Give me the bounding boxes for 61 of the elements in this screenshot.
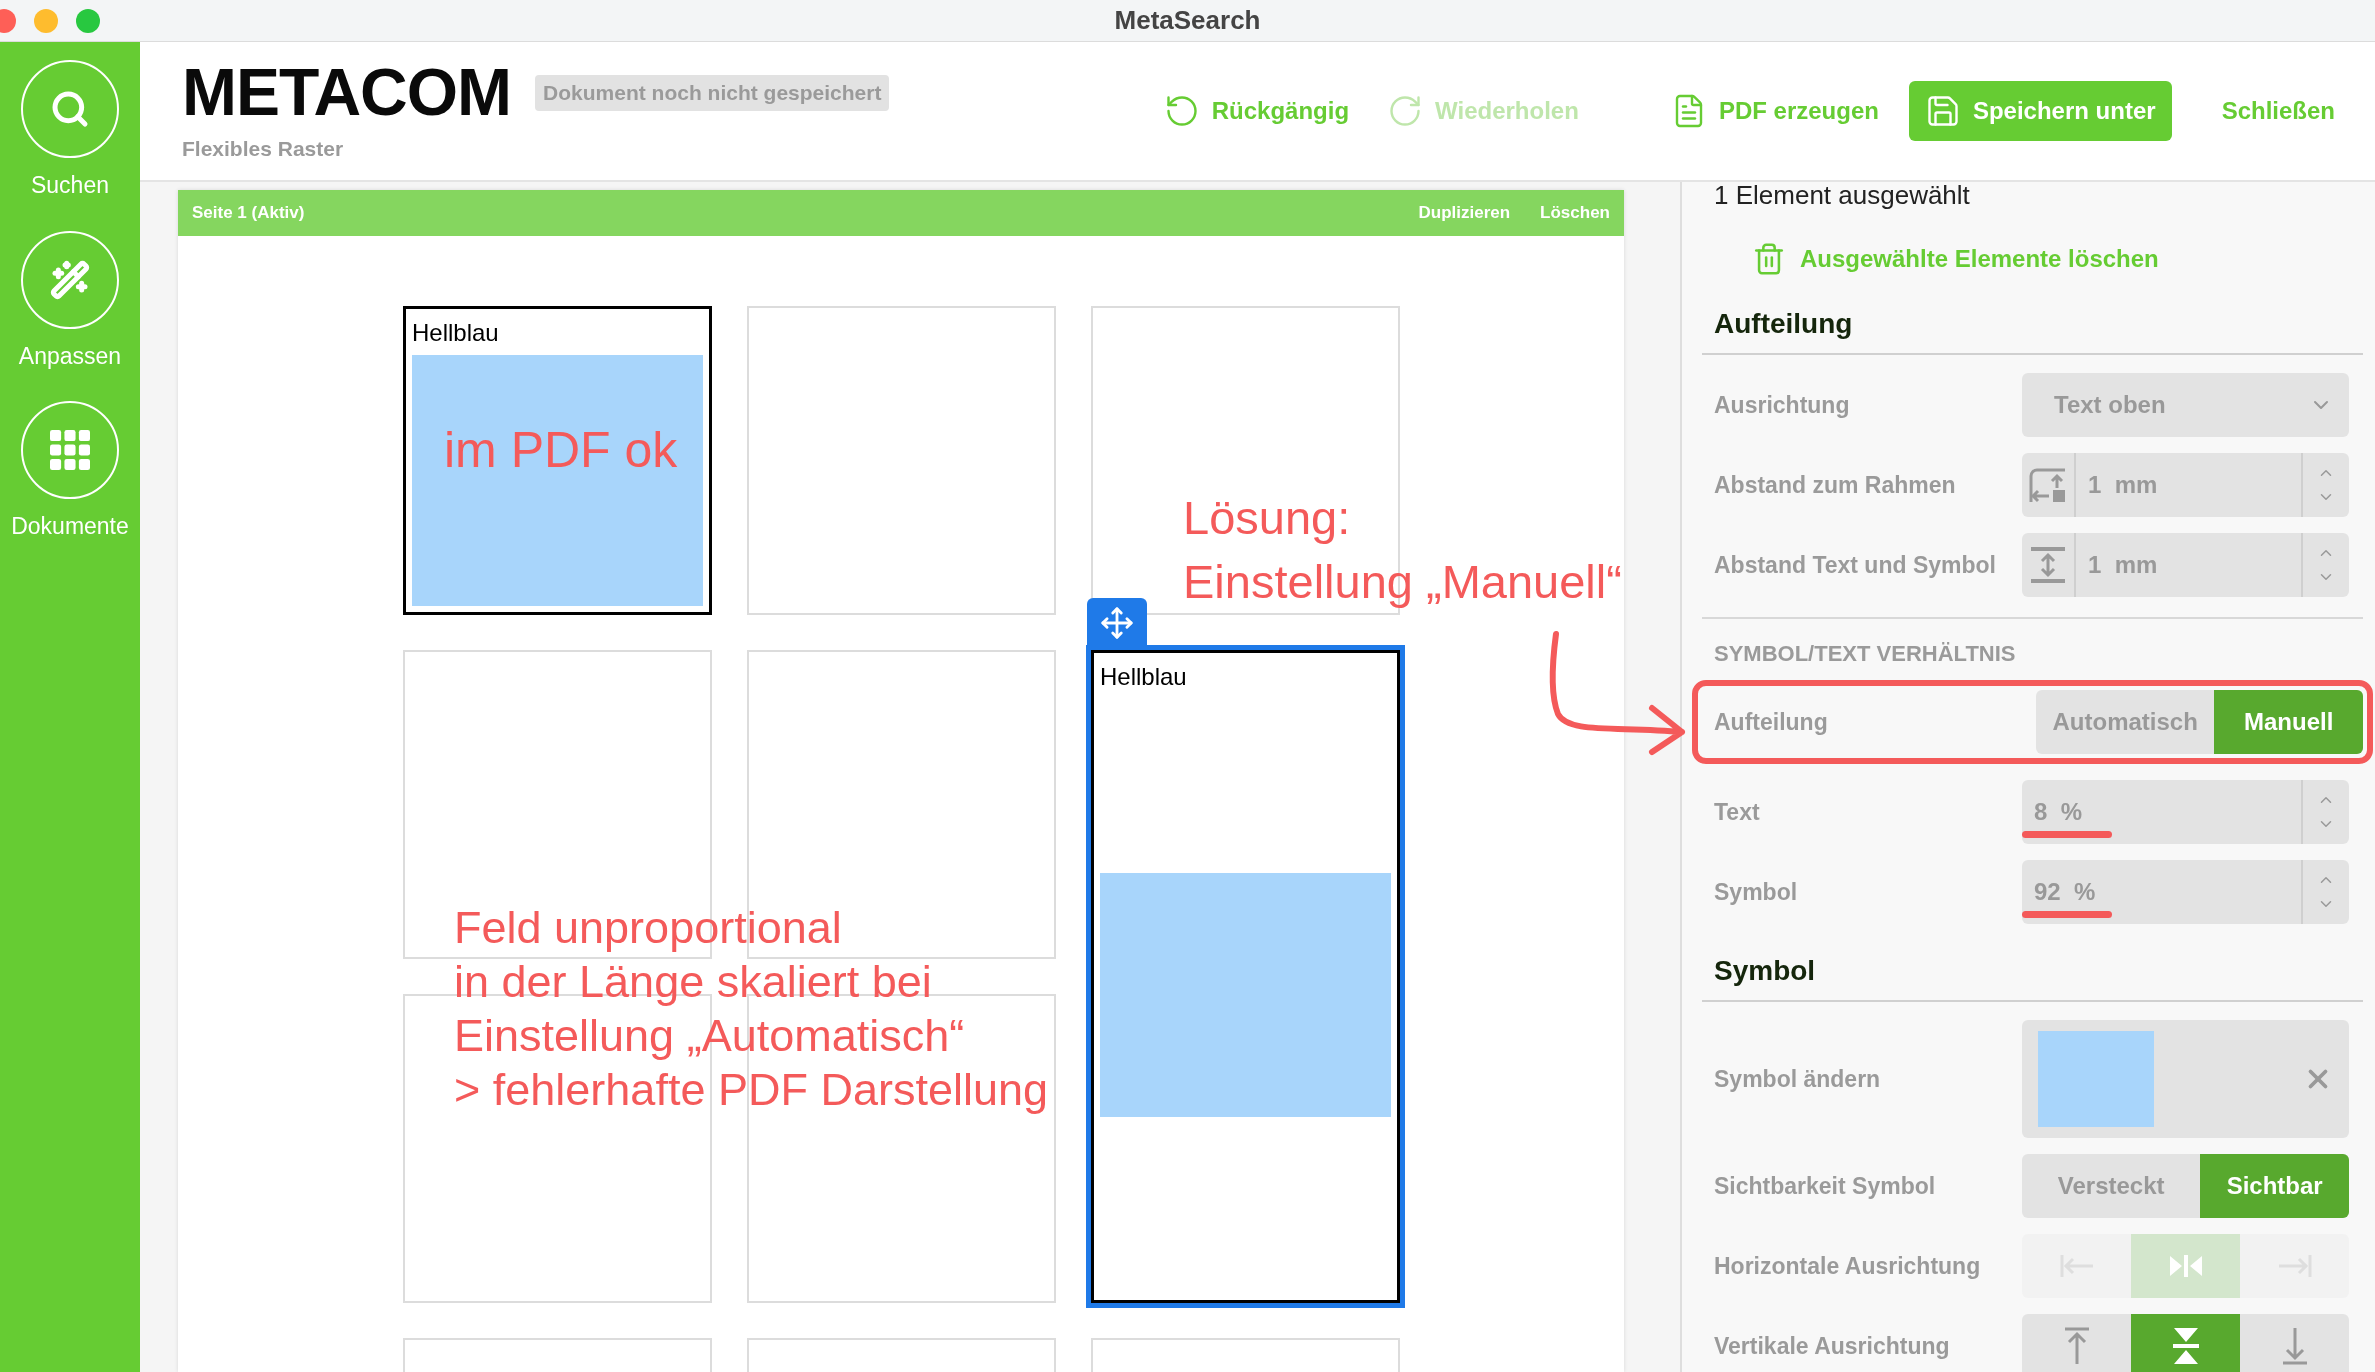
save-as-button[interactable]: Speichern unter bbox=[1908, 81, 2172, 141]
number-field[interactable]: 1 mm bbox=[2022, 533, 2349, 597]
number-field[interactable]: 8 % bbox=[2022, 780, 2349, 844]
align-top-icon bbox=[2062, 1326, 2091, 1366]
close-button[interactable]: Schließen bbox=[2221, 93, 2335, 129]
save-status: Dokument noch nicht gespeichert bbox=[535, 75, 890, 111]
subtitle: Flexibles Raster bbox=[182, 136, 345, 163]
cell-label: Hellblau bbox=[1100, 662, 1188, 692]
align-center-icon bbox=[2167, 1253, 2204, 1279]
alignment-option[interactable] bbox=[2131, 1314, 2240, 1372]
section-heading: Aufteilung bbox=[1702, 277, 2363, 355]
trash-icon bbox=[1752, 242, 1786, 276]
page-action[interactable]: Duplizieren bbox=[1418, 200, 1511, 226]
page-title: Seite 1 (Aktiv) bbox=[192, 202, 305, 225]
annotation-text: Lösung: Einstellung „Manuell“ bbox=[1183, 490, 1622, 610]
segment-option[interactable]: Automatisch bbox=[2036, 690, 2215, 754]
segment-option[interactable]: Manuell bbox=[2214, 690, 2363, 754]
field-label: Aufteilung bbox=[1714, 707, 1828, 737]
search-icon bbox=[50, 89, 90, 129]
align-middle-icon bbox=[2170, 1326, 2201, 1366]
grid-cell[interactable] bbox=[747, 306, 1056, 615]
pdf-button[interactable]: PDF erzeugen bbox=[1670, 93, 1879, 129]
field-label: Sichtbarkeit Symbol bbox=[1714, 1171, 1936, 1201]
annotation-text: Feld unproportional in der Länge skaliert bei Einstellung „Automatisch“ > fehlerhafte PDF Darstellung bbox=[454, 901, 1049, 1117]
zoom-window-button[interactable] bbox=[76, 8, 100, 33]
number-value: 1 mm bbox=[2088, 550, 2158, 580]
number-field[interactable]: 1 mm bbox=[2022, 453, 2349, 517]
window-title: MetaSearch bbox=[1114, 4, 1261, 37]
frame-distance-icon bbox=[2029, 466, 2067, 504]
segment-option[interactable]: Sichtbar bbox=[2200, 1154, 2349, 1218]
minimize-window-button[interactable] bbox=[34, 8, 58, 33]
field-label: Abstand zum Rahmen bbox=[1714, 470, 1956, 500]
move-icon bbox=[1100, 606, 1134, 640]
number-value: 1 mm bbox=[2088, 470, 2158, 500]
section-heading: SYMBOL/TEXT VERHÄLTNIS bbox=[1702, 617, 2363, 670]
field-label: Horizontale Ausrichtung bbox=[1714, 1251, 1981, 1281]
align-bottom-icon bbox=[2280, 1326, 2309, 1366]
field-label: Vertikale Ausrichtung bbox=[1714, 1331, 1950, 1361]
dropdown[interactable]: Text oben bbox=[2022, 373, 2349, 437]
undo-button[interactable]: Rückgängig bbox=[1163, 93, 1350, 129]
selection-count: 1 Element ausgewählt bbox=[1713, 182, 1971, 212]
cell-label: Hellblau bbox=[412, 318, 500, 348]
move-handle[interactable] bbox=[1087, 598, 1147, 648]
field-label: Abstand Text und Symbol bbox=[1714, 550, 1996, 580]
number-value: 92 % bbox=[2034, 877, 2096, 907]
field-label: Symbol ändern bbox=[1714, 1064, 1881, 1094]
number-value: 8 % bbox=[2034, 797, 2083, 827]
spacing-icon bbox=[2029, 546, 2067, 584]
delete-selected-button[interactable]: Ausgewählte Elemente löschen bbox=[1752, 241, 2363, 277]
grid-icon bbox=[50, 430, 90, 470]
symbol-picker[interactable] bbox=[2022, 1020, 2349, 1138]
field-label: Symbol bbox=[1714, 877, 1798, 907]
number-field[interactable]: 92 % bbox=[2022, 860, 2349, 924]
segment-option[interactable]: Versteckt bbox=[2022, 1154, 2201, 1218]
page-action[interactable]: Löschen bbox=[1540, 200, 1610, 226]
section-heading: Symbol bbox=[1702, 924, 2363, 1002]
field-label: Ausrichtung bbox=[1714, 390, 1850, 420]
magic-wand-icon bbox=[50, 259, 90, 300]
field-label: Text bbox=[1714, 797, 1760, 827]
annotation-text: im PDF ok bbox=[444, 421, 678, 480]
logo: METACOM bbox=[182, 57, 512, 128]
